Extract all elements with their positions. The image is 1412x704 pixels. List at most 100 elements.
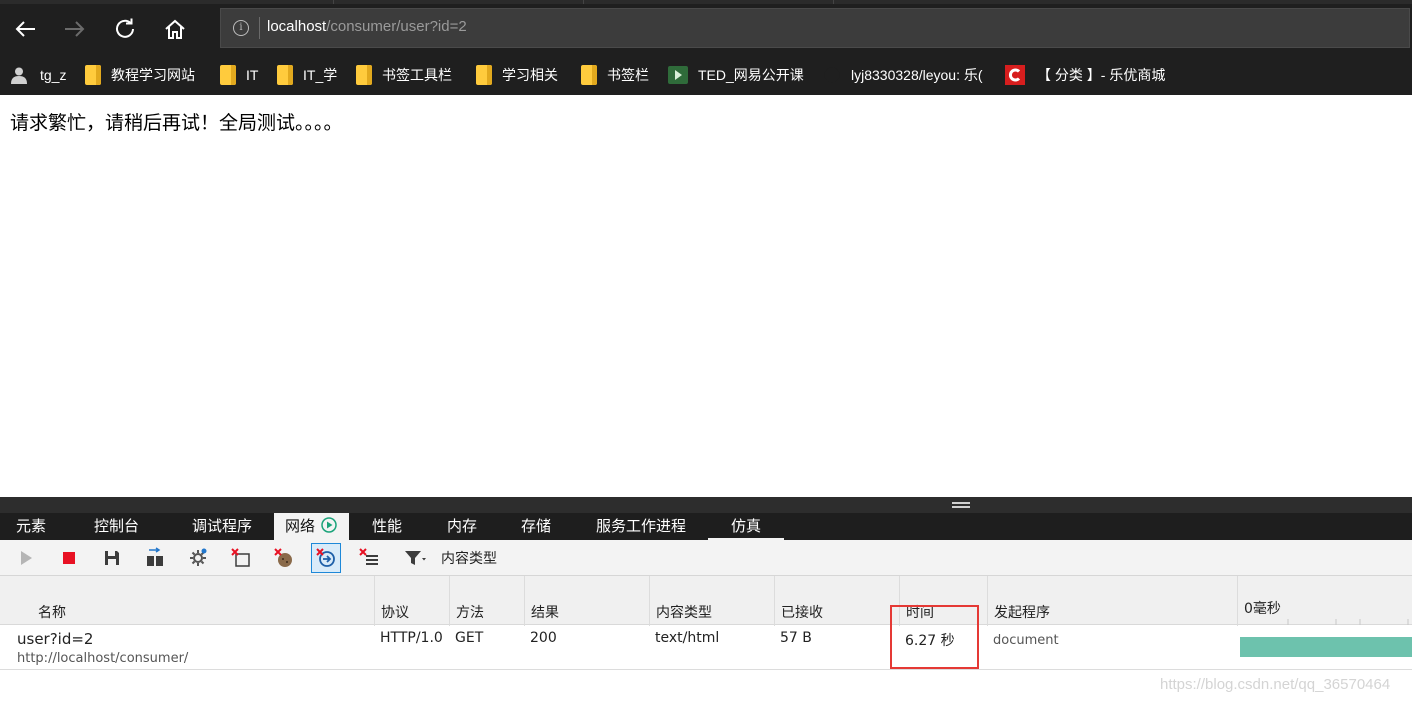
favorite-item-tutorial-sites[interactable]: 教程学习网站 bbox=[85, 64, 195, 86]
tab-console[interactable]: 控制台 bbox=[94, 513, 139, 540]
tab-storage[interactable]: 存储 bbox=[521, 513, 551, 540]
play-icon bbox=[668, 66, 688, 84]
clear-cookies-icon[interactable] bbox=[273, 547, 295, 569]
filter-label: 内容类型 bbox=[441, 551, 497, 567]
play-icon[interactable] bbox=[15, 547, 37, 569]
request-initiator: document bbox=[993, 633, 1059, 648]
tab-memory[interactable]: 内存 bbox=[447, 513, 477, 540]
record-play-icon bbox=[321, 517, 337, 533]
forward-button[interactable] bbox=[58, 12, 92, 46]
page-message: 请求繁忙，请稍后再试！全局测试。。。。 bbox=[10, 112, 343, 134]
favorite-label: 书签栏 bbox=[607, 67, 649, 83]
favorite-item-leyou-category[interactable]: 【 分类 】- 乐优商城 bbox=[1005, 64, 1165, 86]
folder-icon bbox=[581, 65, 597, 85]
address-bar[interactable]: i localhost/consumer/user?id=2 bbox=[220, 8, 1410, 48]
waterfall-bar bbox=[1240, 637, 1412, 657]
folder-icon bbox=[277, 65, 293, 85]
folder-icon bbox=[220, 65, 236, 85]
favorite-item-it[interactable]: IT bbox=[220, 64, 258, 86]
favorites-bar: tg_z 教程学习网站 IT IT_学 书签工具栏 学习相关 书签栏 TED_网… bbox=[0, 58, 1412, 92]
tab-divider bbox=[583, 0, 584, 4]
folder-icon bbox=[356, 65, 372, 85]
favorite-item-it-study[interactable]: IT_学 bbox=[277, 64, 337, 86]
column-header-content-type[interactable]: 内容类型 bbox=[656, 602, 712, 622]
network-toolbar: 内容类型 bbox=[0, 540, 1412, 576]
refresh-button[interactable] bbox=[108, 12, 142, 46]
devtools-tabbar: 元素 控制台 调试程序 网络 性能 内存 存储 服务工作进程 仿真 bbox=[0, 513, 1412, 540]
csdn-icon bbox=[1005, 65, 1025, 85]
tab-service-workers[interactable]: 服务工作进程 bbox=[596, 513, 686, 540]
content-type-filter[interactable]: 内容类型 bbox=[403, 548, 497, 568]
favorite-label: 教程学习网站 bbox=[111, 67, 195, 83]
request-protocol: HTTP/1.0 bbox=[380, 630, 443, 646]
address-text[interactable]: localhost/consumer/user?id=2 bbox=[267, 18, 467, 35]
highlight-box bbox=[890, 605, 979, 669]
request-name: user?id=2 bbox=[17, 630, 94, 648]
timeline-ticks bbox=[1287, 619, 1409, 625]
browser-chrome: i localhost/consumer/user?id=2 tg_z 教程学习… bbox=[0, 0, 1412, 95]
settings-gear-icon[interactable] bbox=[187, 547, 209, 569]
folder-icon bbox=[85, 65, 101, 85]
export-icon[interactable] bbox=[144, 547, 166, 569]
devtools-splitter[interactable] bbox=[0, 497, 1412, 513]
column-header-name[interactable]: 名称 bbox=[38, 602, 66, 622]
favorite-item-study-related[interactable]: 学习相关 bbox=[476, 64, 558, 86]
tab-elements[interactable]: 元素 bbox=[16, 513, 46, 540]
splitter-grip bbox=[952, 506, 970, 508]
column-header-initiator[interactable]: 发起程序 bbox=[994, 602, 1050, 622]
favorite-label: TED_网易公开课 bbox=[698, 67, 804, 83]
request-received: 57 B bbox=[780, 630, 812, 646]
refresh-icon bbox=[116, 18, 134, 38]
tab-performance[interactable]: 性能 bbox=[372, 513, 402, 540]
request-url: http://localhost/consumer/ bbox=[17, 651, 189, 666]
column-header-method[interactable]: 方法 bbox=[456, 602, 484, 622]
tab-network[interactable]: 网络 bbox=[274, 513, 349, 540]
request-result: 200 bbox=[530, 630, 557, 646]
home-button[interactable] bbox=[158, 12, 192, 46]
clear-cache-icon[interactable] bbox=[358, 547, 380, 569]
stop-icon[interactable] bbox=[58, 547, 80, 569]
address-path: /consumer/user?id=2 bbox=[326, 18, 467, 35]
clear-entries-icon[interactable] bbox=[230, 547, 252, 569]
tab-emulation[interactable]: 仿真 bbox=[731, 513, 761, 540]
refresh-from-server-icon bbox=[316, 548, 335, 567]
arrow-right-icon bbox=[65, 21, 85, 37]
favorite-label: 【 分类 】- 乐优商城 bbox=[1037, 67, 1166, 83]
column-header-result[interactable]: 结果 bbox=[531, 602, 559, 622]
favorite-label: IT bbox=[246, 67, 259, 83]
person-icon bbox=[11, 67, 27, 84]
favorite-item-github-leyou[interactable]: lyj8330328/leyou: 乐( bbox=[824, 64, 983, 86]
tab-strip-edge bbox=[0, 0, 1412, 4]
tab-divider bbox=[333, 0, 334, 4]
info-icon[interactable]: i bbox=[233, 20, 249, 36]
address-divider bbox=[259, 17, 260, 39]
favorite-item-bookmark-bar[interactable]: 书签栏 bbox=[581, 64, 649, 86]
favorite-item-ted[interactable]: TED_网易公开课 bbox=[668, 64, 804, 86]
address-host: localhost bbox=[267, 18, 327, 35]
request-content-type: text/html bbox=[655, 630, 720, 646]
save-icon[interactable] bbox=[101, 547, 123, 569]
timeline-scale-label: 0毫秒 bbox=[1244, 601, 1281, 617]
favorite-label: lyj8330328/leyou: 乐( bbox=[851, 67, 983, 83]
back-button[interactable] bbox=[8, 12, 42, 46]
request-method: GET bbox=[455, 630, 484, 646]
column-header-protocol[interactable]: 协议 bbox=[381, 602, 409, 622]
arrow-left-icon bbox=[15, 21, 35, 37]
favorite-label: IT_学 bbox=[303, 67, 338, 83]
home-icon bbox=[165, 19, 185, 39]
github-icon bbox=[824, 67, 840, 83]
favorite-label: 书签工具栏 bbox=[382, 67, 452, 83]
favorite-item-profile[interactable]: tg_z bbox=[10, 64, 66, 86]
always-refresh-toggle[interactable] bbox=[311, 543, 341, 573]
column-header-received[interactable]: 已接收 bbox=[781, 602, 823, 622]
folder-icon bbox=[476, 65, 492, 85]
favorite-label: tg_z bbox=[40, 67, 67, 83]
tab-divider bbox=[833, 0, 834, 4]
tab-network-label: 网络 bbox=[285, 517, 316, 535]
favorite-item-bookmark-toolbar[interactable]: 书签工具栏 bbox=[356, 64, 452, 86]
splitter-grip bbox=[952, 502, 970, 504]
watermark: https://blog.csdn.net/qq_36570464 bbox=[1160, 676, 1391, 693]
filter-funnel-icon bbox=[405, 551, 426, 565]
favorite-label: 学习相关 bbox=[502, 67, 558, 83]
tab-debugger[interactable]: 调试程序 bbox=[192, 513, 252, 540]
